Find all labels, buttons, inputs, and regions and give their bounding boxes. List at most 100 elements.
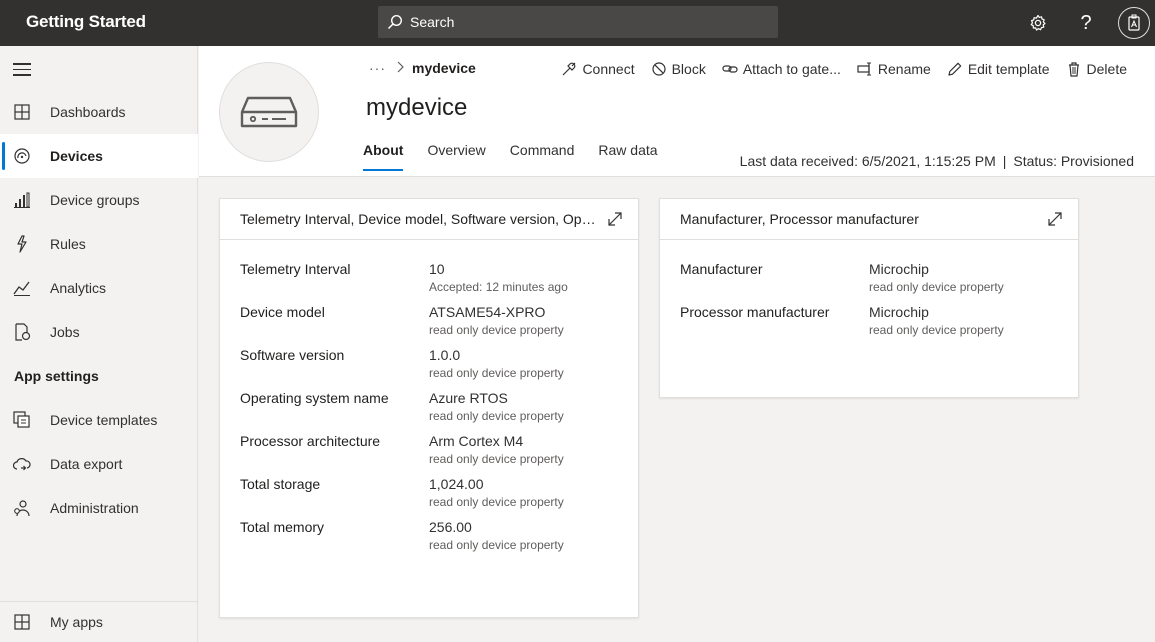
search-box[interactable]: Search <box>378 6 778 38</box>
sidebar-item-my-apps[interactable]: My apps <box>0 601 198 642</box>
property-status: read only device property <box>429 323 564 337</box>
app-title[interactable]: Getting Started <box>26 12 146 32</box>
rename-label: Rename <box>877 61 931 77</box>
sidebar-item-label: Devices <box>50 148 103 164</box>
property-label: Telemetry Interval <box>240 261 351 277</box>
block-icon <box>651 61 667 77</box>
search-icon <box>386 13 404 31</box>
delete-button[interactable]: Delete <box>1066 58 1127 80</box>
device-status: Last data received: 6/5/2021, 1:15:25 PM… <box>740 153 1134 169</box>
breadcrumb-ellipsis[interactable]: ··· <box>369 60 386 76</box>
property-label: Processor manufacturer <box>680 304 830 320</box>
edit-template-button[interactable]: Edit template <box>947 58 1050 80</box>
property-status: Accepted: 12 minutes ago <box>429 280 568 294</box>
property-label: Total storage <box>240 476 321 492</box>
tab-bar: About Overview Command Raw data <box>363 140 682 172</box>
delete-label: Delete <box>1086 61 1127 77</box>
property-status: read only device property <box>429 538 564 552</box>
property-status: read only device property <box>429 366 564 380</box>
property-status: read only device property <box>869 280 1004 294</box>
card-title: Manufacturer, Processor manufacturer <box>680 211 919 227</box>
property-value: Arm Cortex M4 <box>429 433 524 449</box>
tab-about[interactable]: About <box>363 140 404 172</box>
sidebar-item-rules[interactable]: Rules <box>0 222 198 266</box>
card-header: Manufacturer, Processor manufacturer <box>660 199 1078 240</box>
sidebar-item-label: Analytics <box>50 280 107 296</box>
property-row: Processor architecture Arm Cortex M4 rea… <box>240 433 630 473</box>
property-value: 1.0.0 <box>429 347 461 363</box>
status-badge: Status: Provisioned <box>1013 153 1134 169</box>
connect-label: Connect <box>582 61 635 77</box>
dashboard-icon <box>13 103 31 121</box>
data-export-icon <box>12 455 31 473</box>
attach-to-gateway-button[interactable]: Attach to gate... <box>722 58 841 80</box>
rename-icon <box>857 61 873 77</box>
analytics-icon <box>13 279 31 297</box>
sidebar-item-analytics[interactable]: Analytics <box>0 266 198 310</box>
tab-command[interactable]: Command <box>510 140 575 172</box>
settings-gear-icon[interactable] <box>1023 8 1053 38</box>
sidebar-item-device-templates[interactable]: Device templates <box>0 398 198 442</box>
property-value: Microchip <box>869 261 929 277</box>
breadcrumb: ··· mydevice <box>369 60 476 76</box>
user-avatar-icon[interactable] <box>1118 7 1150 39</box>
hamburger-menu-icon[interactable] <box>13 63 31 77</box>
card-header: Telemetry Interval, Device model, Softwa… <box>220 199 638 240</box>
status-separator: | <box>1002 153 1007 169</box>
sidebar-item-administration[interactable]: Administration <box>0 486 198 530</box>
chevron-right-icon <box>396 60 404 76</box>
block-label: Block <box>671 61 706 77</box>
search-input[interactable]: Search <box>410 14 454 30</box>
property-label: Operating system name <box>240 390 389 406</box>
property-value: Azure RTOS <box>429 390 508 406</box>
sidebar-item-label: Device templates <box>50 412 158 428</box>
property-row: Manufacturer Microchip read only device … <box>680 261 1070 301</box>
property-value: 1,024.00 <box>429 476 484 492</box>
attach-label: Attach to gate... <box>742 61 841 77</box>
my-apps-icon <box>13 613 31 631</box>
manufacturer-card: Manufacturer, Processor manufacturer Man… <box>659 198 1079 398</box>
connect-button[interactable]: Connect <box>561 58 635 80</box>
sidebar: Dashboards Devices Device groups Rules A… <box>0 46 198 642</box>
sidebar-item-label: Administration <box>50 500 139 516</box>
device-groups-icon <box>13 191 31 209</box>
block-button[interactable]: Block <box>651 58 706 80</box>
help-icon[interactable]: ? <box>1071 8 1101 38</box>
property-label: Manufacturer <box>680 261 763 277</box>
property-value: ATSAME54-XPRO <box>429 304 546 320</box>
sidebar-item-label: My apps <box>50 614 103 630</box>
property-row: Telemetry Interval 10 Accepted: 12 minut… <box>240 261 630 301</box>
properties-card: Telemetry Interval, Device model, Softwa… <box>219 198 639 618</box>
tab-overview[interactable]: Overview <box>427 140 485 172</box>
expand-icon[interactable] <box>606 210 624 228</box>
sidebar-item-label: Device groups <box>50 192 140 208</box>
property-status: read only device property <box>429 452 564 466</box>
sidebar-item-label: Data export <box>50 456 123 472</box>
sidebar-item-label: Dashboards <box>50 104 126 120</box>
rules-icon <box>13 235 31 253</box>
pencil-icon <box>947 61 963 77</box>
property-label: Total memory <box>240 519 325 535</box>
sidebar-item-device-groups[interactable]: Device groups <box>0 178 198 222</box>
property-value: 256.00 <box>429 519 472 535</box>
property-value: 10 <box>429 261 445 277</box>
breadcrumb-current: mydevice <box>412 60 476 76</box>
property-status: read only device property <box>429 409 564 423</box>
card-title: Telemetry Interval, Device model, Softwa… <box>240 211 602 227</box>
sidebar-item-devices[interactable]: Devices <box>0 134 198 178</box>
property-status: read only device property <box>429 495 564 509</box>
app-settings-heading: App settings <box>14 368 99 384</box>
device-image-icon <box>219 62 319 162</box>
sidebar-item-data-export[interactable]: Data export <box>0 442 198 486</box>
edit-template-label: Edit template <box>967 61 1050 77</box>
property-label: Software version <box>240 347 345 363</box>
property-label: Device model <box>240 304 325 320</box>
rename-button[interactable]: Rename <box>857 58 931 80</box>
link-icon <box>722 61 738 77</box>
property-value: Microchip <box>869 304 929 320</box>
sidebar-item-dashboards[interactable]: Dashboards <box>0 90 198 134</box>
administration-icon <box>13 499 31 517</box>
expand-icon[interactable] <box>1046 210 1064 228</box>
tab-raw-data[interactable]: Raw data <box>598 140 657 172</box>
sidebar-item-jobs[interactable]: Jobs <box>0 310 198 354</box>
